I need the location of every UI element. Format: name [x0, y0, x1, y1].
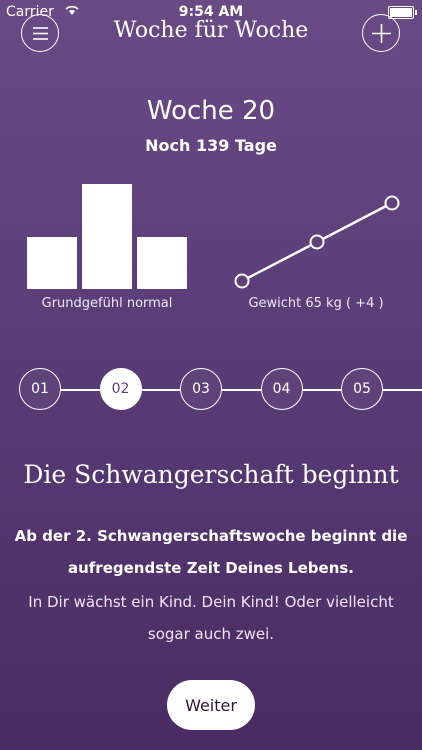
week-title: Woche 20 — [146, 96, 276, 126]
timeline-week-05[interactable]: 05 — [341, 368, 383, 410]
timeline-week-01[interactable]: 01 — [19, 368, 61, 410]
week-timeline: 01 02 03 04 05 — [0, 368, 422, 412]
app-title: Woche für Woche — [113, 18, 309, 43]
content-text: In Dir wächst ein Kind. Dein Kind! Oder … — [28, 593, 394, 643]
add-button[interactable] — [362, 14, 400, 52]
timeline-week-03[interactable]: 03 — [180, 368, 222, 410]
weight-line-chart[interactable] — [230, 190, 410, 290]
plus-icon — [372, 24, 391, 43]
timeline-week-02[interactable]: 02 — [99, 368, 142, 410]
weight-point — [234, 273, 250, 289]
mood-bar — [82, 184, 132, 289]
content-headline: Die Schwangerschaft beginnt — [23, 460, 399, 489]
mood-bar — [137, 236, 187, 289]
mood-bar-chart[interactable] — [27, 184, 187, 289]
next-button[interactable]: Weiter — [167, 680, 255, 730]
days-left: Noch 139 Tage — [145, 136, 277, 155]
weight-caption: Gewicht 65 kg ( +4 ) — [248, 296, 384, 311]
weight-point — [309, 234, 325, 250]
mood-bar — [27, 236, 77, 289]
content-bold-text: Ab der 2. Schwangerschaftswoche beginnt … — [14, 527, 408, 577]
mood-caption: Grundgefühl normal — [41, 296, 173, 311]
timeline-week-04[interactable]: 04 — [260, 368, 303, 410]
weight-point — [384, 195, 400, 211]
